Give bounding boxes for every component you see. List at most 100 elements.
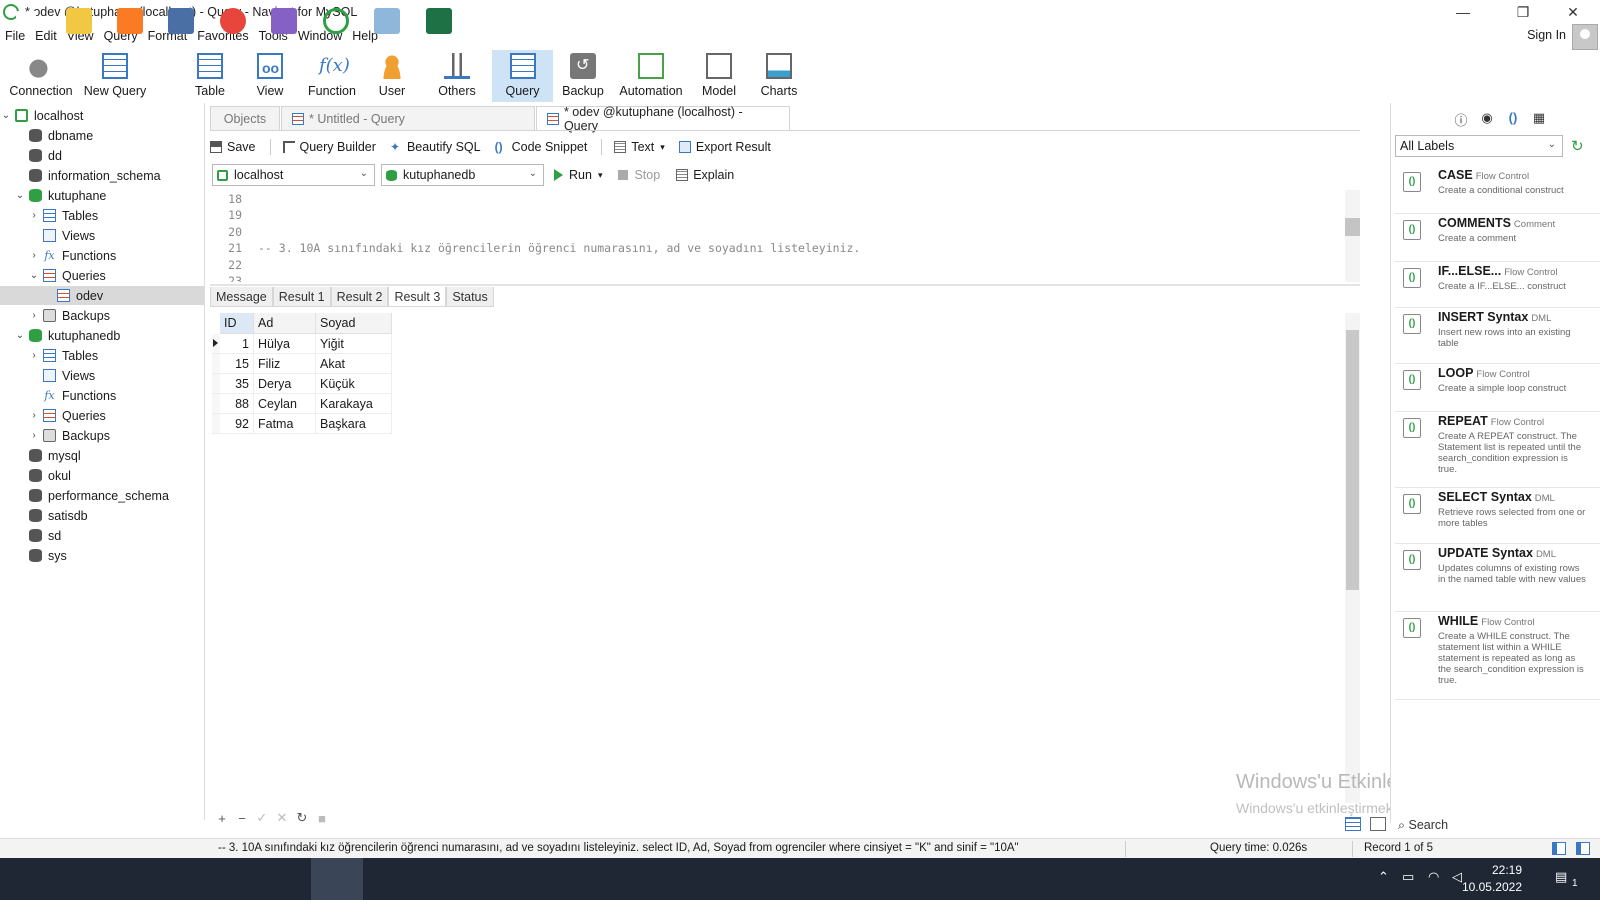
table-button[interactable]: Table bbox=[188, 50, 232, 102]
table-cell[interactable]: Yiğit bbox=[316, 334, 392, 354]
save-button[interactable]: Save bbox=[210, 140, 256, 154]
chevron-down-icon[interactable]: ⌄ bbox=[14, 330, 26, 341]
minimize-button[interactable]: — bbox=[1440, 0, 1486, 24]
discard-changes-button[interactable]: ✕ bbox=[272, 810, 292, 826]
snippet-search[interactable]: ⌕ Search bbox=[1398, 818, 1448, 833]
chevron-right-icon[interactable]: › bbox=[28, 410, 40, 421]
layout-icon[interactable]: ▦ bbox=[1526, 110, 1552, 129]
export-result-button[interactable]: Export Result bbox=[678, 140, 771, 154]
tree-item-sd[interactable]: sd bbox=[14, 526, 61, 545]
table-cell[interactable]: Fatma bbox=[254, 414, 316, 434]
others-button[interactable]: Others bbox=[432, 50, 482, 102]
tree-item-odev[interactable]: odev bbox=[0, 286, 204, 305]
row-indicator[interactable] bbox=[212, 394, 220, 414]
column-header-ad[interactable]: Ad bbox=[254, 313, 316, 334]
notepad-icon[interactable] bbox=[374, 8, 400, 34]
grid-view-icon[interactable] bbox=[1345, 817, 1361, 831]
tab-untitled-query[interactable]: * Untitled - Query bbox=[281, 106, 535, 130]
wifi-icon[interactable]: ◠ bbox=[1428, 869, 1439, 885]
battery-icon[interactable]: ▭ bbox=[1402, 869, 1414, 885]
xampp-icon[interactable] bbox=[117, 8, 143, 34]
column-header-id[interactable]: ID bbox=[220, 313, 254, 334]
table-cell[interactable]: 35 bbox=[220, 374, 254, 394]
dropdown-arrow-icon[interactable]: ▾ bbox=[660, 142, 665, 153]
row-indicator[interactable] bbox=[212, 334, 220, 354]
tree-item-kutuphane[interactable]: ⌄ kutuphane bbox=[14, 186, 107, 205]
tab-status[interactable]: Status bbox=[446, 287, 494, 307]
chrome-icon[interactable] bbox=[220, 8, 246, 34]
add-record-button[interactable]: + bbox=[212, 811, 232, 826]
tab-objects[interactable]: Objects bbox=[210, 106, 280, 130]
tab-odev-query[interactable]: * odev @kutuphane (localhost) - Query bbox=[536, 105, 790, 133]
splitter[interactable] bbox=[210, 284, 1360, 286]
table-cell[interactable]: Derya bbox=[254, 374, 316, 394]
tree-item-tables[interactable]: › Tables bbox=[28, 346, 98, 365]
stop-button[interactable]: ■ bbox=[312, 811, 332, 826]
new-query-button[interactable]: New Query bbox=[82, 50, 148, 102]
inbox-icon[interactable] bbox=[168, 8, 194, 34]
snippet-case[interactable]: () CASE Flow Control Create a conditional… bbox=[1395, 166, 1600, 214]
tree-item-sys[interactable]: sys bbox=[14, 546, 67, 565]
explain-button[interactable]: Explain bbox=[676, 168, 734, 182]
toggle-left-pane-icon[interactable] bbox=[1552, 842, 1566, 855]
code-snippet-button[interactable]: () Code Snippet bbox=[495, 140, 588, 154]
stop-button[interactable]: Stop bbox=[618, 168, 660, 182]
row-indicator[interactable] bbox=[212, 414, 220, 434]
labels-filter-select[interactable]: All Labels ⌄ bbox=[1395, 135, 1563, 157]
tab-message[interactable]: Message bbox=[210, 287, 273, 307]
tree-item-views[interactable]: Views bbox=[28, 366, 95, 385]
tree-item-dd[interactable]: dd bbox=[14, 146, 62, 165]
tree-item-queries[interactable]: › Queries bbox=[28, 406, 105, 425]
table-cell[interactable]: Filiz bbox=[254, 354, 316, 374]
charts-button[interactable]: Charts bbox=[757, 50, 801, 102]
tab-result-3[interactable]: Result 3 bbox=[388, 287, 447, 307]
tab-result-1[interactable]: Result 1 bbox=[272, 287, 331, 307]
table-cell[interactable]: Hülya bbox=[254, 334, 316, 354]
function-button[interactable]: f(x) Function bbox=[304, 50, 360, 102]
refresh-icon[interactable]: ↻ bbox=[1571, 137, 1584, 155]
chevron-right-icon[interactable]: › bbox=[28, 350, 40, 361]
apply-changes-button[interactable]: ✓ bbox=[252, 810, 272, 826]
chevron-right-icon[interactable]: › bbox=[28, 210, 40, 221]
tab-result-2[interactable]: Result 2 bbox=[330, 287, 389, 307]
beautify-sql-button[interactable]: ✦ Beautify SQL bbox=[390, 140, 481, 154]
table-cell[interactable]: Karakaya bbox=[316, 394, 392, 414]
row-indicator[interactable] bbox=[212, 354, 220, 374]
snippet-repeat[interactable]: () REPEAT Flow Control Create A REPEAT co… bbox=[1395, 412, 1600, 488]
sql-editor[interactable]: 18 19 20 21 -- 3. 10A sınıfındaki kız öğ… bbox=[212, 190, 1360, 282]
tray-chevron-icon[interactable]: ⌃ bbox=[1378, 869, 1389, 885]
start-button[interactable] bbox=[13, 8, 39, 34]
column-header-soyad[interactable]: Soyad bbox=[316, 313, 392, 334]
result-scrollbar-thumb[interactable] bbox=[1346, 330, 1359, 590]
table-cell[interactable]: 88 bbox=[220, 394, 254, 414]
tree-item-backups[interactable]: › Backups bbox=[28, 426, 110, 445]
tree-item-queries[interactable]: ⌄ Queries bbox=[28, 266, 106, 285]
query-builder-button[interactable]: Query Builder bbox=[282, 140, 376, 154]
table-cell[interactable]: Ceylan bbox=[254, 394, 316, 414]
tree-item-views[interactable]: Views bbox=[28, 226, 95, 245]
tree-item-mysql[interactable]: mysql bbox=[14, 446, 81, 465]
tree-item-performance-schema[interactable]: performance_schema bbox=[14, 486, 169, 505]
delete-record-button[interactable]: − bbox=[232, 811, 252, 826]
row-indicator[interactable] bbox=[212, 374, 220, 394]
snippet-insert[interactable]: () INSERT Syntax DML Insert new rows into… bbox=[1395, 308, 1600, 364]
tree-item-kutuphanedb[interactable]: ⌄ kutuphanedb bbox=[14, 326, 121, 345]
model-button[interactable]: Model bbox=[697, 50, 741, 102]
tree-item-dbname[interactable]: dbname bbox=[14, 126, 93, 145]
view-button[interactable]: View bbox=[248, 50, 292, 102]
form-view-icon[interactable] bbox=[1370, 817, 1386, 831]
close-button[interactable]: ✕ bbox=[1550, 0, 1596, 24]
chevron-right-icon[interactable]: › bbox=[28, 310, 40, 321]
automation-button[interactable]: Automation bbox=[616, 50, 686, 102]
visual-studio-icon[interactable] bbox=[271, 8, 297, 34]
tree-item-information-schema[interactable]: information_schema bbox=[14, 166, 161, 185]
query-button[interactable]: Query bbox=[492, 50, 553, 102]
table-cell[interactable]: Küçük bbox=[316, 374, 392, 394]
table-cell[interactable]: 1 bbox=[220, 334, 254, 354]
preview-icon[interactable]: ◉ bbox=[1474, 110, 1500, 129]
editor-scrollbar-thumb[interactable] bbox=[1345, 218, 1360, 236]
editor-scrollbar[interactable] bbox=[1345, 190, 1360, 282]
snippet-loop[interactable]: () LOOP Flow Control Create a simple loop… bbox=[1395, 364, 1600, 412]
tree-item-functions[interactable]: › fx Functions bbox=[28, 246, 116, 265]
tree-item-backups[interactable]: › Backups bbox=[28, 306, 110, 325]
